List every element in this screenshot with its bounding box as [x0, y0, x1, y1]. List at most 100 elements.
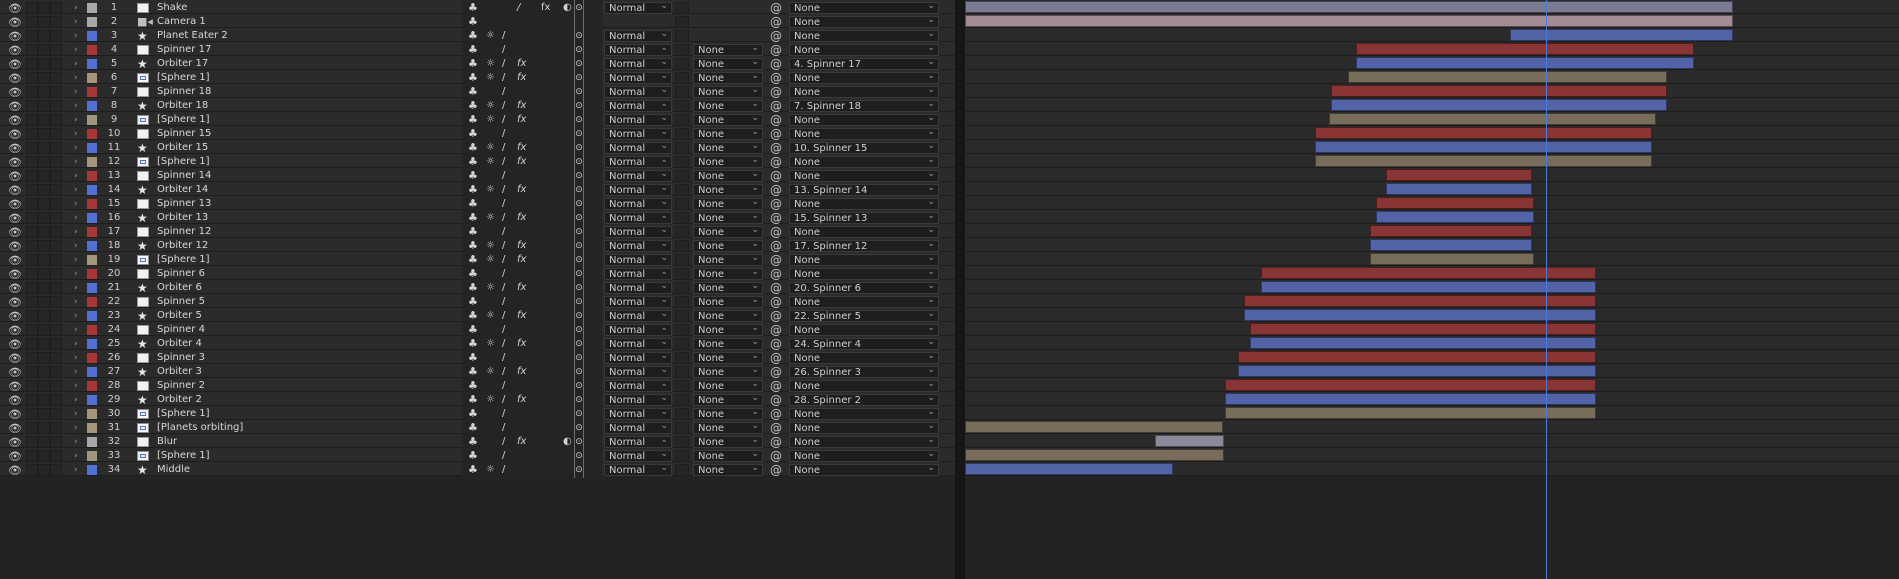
av-switch[interactable]	[50, 380, 62, 392]
preserve-transparency-box[interactable]	[675, 170, 689, 182]
label-color-swatch[interactable]	[87, 157, 97, 167]
av-switch[interactable]	[50, 436, 62, 448]
label-color-swatch[interactable]	[87, 73, 97, 83]
av-switch[interactable]	[38, 254, 50, 266]
track-matte-dropdown[interactable]: None	[693, 70, 763, 84]
layer-row[interactable]: 👁›29★Orbiter 2♣☼/fx⊙NormalNone@28. Spinn…	[0, 392, 955, 408]
av-switch[interactable]	[26, 128, 38, 140]
av-switch[interactable]	[38, 184, 50, 196]
av-switch[interactable]	[50, 464, 62, 476]
av-switch[interactable]	[38, 2, 50, 14]
layer-duration-bar[interactable]	[1331, 85, 1667, 97]
label-color-swatch[interactable]	[87, 213, 97, 223]
preserve-transparency-box[interactable]	[675, 30, 689, 42]
preserve-transparency-box[interactable]	[675, 380, 689, 392]
av-switch[interactable]	[50, 338, 62, 350]
av-switch[interactable]	[38, 16, 50, 28]
av-switch[interactable]	[38, 114, 50, 126]
track-matte-dropdown[interactable]: None	[693, 112, 763, 126]
preserve-transparency-box[interactable]	[675, 310, 689, 322]
preserve-transparency-box[interactable]	[675, 86, 689, 98]
blend-mode-dropdown[interactable]: Normal	[604, 280, 672, 294]
av-switch[interactable]	[38, 450, 50, 462]
parent-dropdown[interactable]: None	[789, 14, 939, 28]
layer-row[interactable]: 👁›17Spinner 12♣/⊙NormalNone@None	[0, 224, 955, 240]
av-switch[interactable]	[50, 282, 62, 294]
blend-mode-dropdown[interactable]: Normal	[604, 126, 672, 140]
layer-duration-bar[interactable]	[1315, 127, 1652, 139]
label-color-swatch[interactable]	[87, 465, 97, 475]
av-switch[interactable]	[38, 268, 50, 280]
av-switch[interactable]	[26, 86, 38, 98]
track-matte-dropdown[interactable]: None	[693, 448, 763, 462]
label-color-swatch[interactable]	[87, 87, 97, 97]
layer-row[interactable]: 👁›13Spinner 14♣/⊙NormalNone@None	[0, 168, 955, 184]
track-matte-dropdown[interactable]: None	[693, 280, 763, 294]
layer-duration-bar[interactable]	[1250, 337, 1596, 349]
av-switch[interactable]	[26, 58, 38, 70]
av-switch[interactable]	[26, 366, 38, 378]
layer-duration-bar[interactable]	[1356, 57, 1694, 69]
track-matte-dropdown[interactable]: None	[693, 42, 763, 56]
blend-mode-dropdown[interactable]: Normal	[604, 392, 672, 406]
layer-row[interactable]: 👁›3★Planet Eater 2♣☼/⊙Normal@None	[0, 28, 955, 44]
av-switch[interactable]	[50, 184, 62, 196]
layer-row[interactable]: 👁›10Spinner 15♣/⊙NormalNone@None	[0, 126, 955, 142]
preserve-transparency-box[interactable]	[675, 58, 689, 70]
layer-row[interactable]: 👁›6[Sphere 1]♣☼/fx⊙NormalNone@None	[0, 70, 955, 86]
blend-mode-dropdown[interactable]: Normal	[604, 434, 672, 448]
av-switch[interactable]	[38, 86, 50, 98]
layer-duration-bar[interactable]	[1386, 169, 1532, 181]
layer-row[interactable]: 👁›26Spinner 3♣/⊙NormalNone@None	[0, 350, 955, 366]
track-matte-dropdown[interactable]: None	[693, 56, 763, 70]
av-switch[interactable]	[38, 366, 50, 378]
av-switch[interactable]	[26, 324, 38, 336]
label-color-swatch[interactable]	[87, 395, 97, 405]
layer-row[interactable]: 👁›1Shake♣/fx◐⊙Normal@None	[0, 0, 955, 16]
track-matte-dropdown[interactable]: None	[693, 434, 763, 448]
parent-dropdown[interactable]: None	[789, 154, 939, 168]
parent-dropdown[interactable]: None	[789, 448, 939, 462]
track-matte-dropdown[interactable]: None	[693, 196, 763, 210]
expand-twirl-icon[interactable]: ›	[74, 462, 78, 478]
av-switch[interactable]	[26, 170, 38, 182]
layer-row[interactable]: 👁›8★Orbiter 18♣☼/fx⊙NormalNone@7. Spinne…	[0, 98, 955, 114]
parent-dropdown[interactable]: None	[789, 126, 939, 140]
layer-duration-bar[interactable]	[1376, 197, 1534, 209]
av-switch[interactable]	[50, 268, 62, 280]
av-switch[interactable]	[26, 226, 38, 238]
blend-mode-dropdown[interactable]: Normal	[604, 210, 672, 224]
parent-dropdown[interactable]: 15. Spinner 13	[789, 210, 939, 224]
label-color-swatch[interactable]	[87, 353, 97, 363]
blend-mode-dropdown[interactable]: Normal	[604, 28, 672, 42]
blend-mode-dropdown[interactable]: Normal	[604, 224, 672, 238]
av-switch[interactable]	[26, 310, 38, 322]
preserve-transparency-box[interactable]	[675, 282, 689, 294]
layer-duration-bar[interactable]	[1370, 239, 1532, 251]
layer-duration-bar[interactable]	[1155, 435, 1224, 447]
av-switch[interactable]	[38, 128, 50, 140]
layer-switch[interactable]: ☼	[486, 462, 495, 478]
preserve-transparency-box[interactable]	[675, 226, 689, 238]
label-color-swatch[interactable]	[87, 227, 97, 237]
parent-dropdown[interactable]: 13. Spinner 14	[789, 182, 939, 196]
preserve-transparency-box[interactable]	[675, 128, 689, 140]
preserve-transparency-box[interactable]	[675, 464, 689, 476]
parent-dropdown[interactable]: None	[789, 70, 939, 84]
parent-dropdown[interactable]: None	[789, 84, 939, 98]
parent-dropdown[interactable]: None	[789, 252, 939, 266]
av-switch[interactable]	[50, 254, 62, 266]
preserve-transparency-box[interactable]	[675, 100, 689, 112]
preserve-transparency-box[interactable]	[675, 156, 689, 168]
label-color-swatch[interactable]	[87, 17, 97, 27]
blend-mode-dropdown[interactable]: Normal	[604, 154, 672, 168]
label-color-swatch[interactable]	[87, 45, 97, 55]
layer-duration-bar[interactable]	[1244, 295, 1596, 307]
layer-row[interactable]: 👁 › 34 ★ Middle ♣ ☼ / ⊙ Normal None @ None	[0, 462, 955, 478]
layer-row[interactable]: 👁›4Spinner 17♣/⊙NormalNone@None	[0, 42, 955, 58]
layer-duration-bar[interactable]	[1376, 211, 1534, 223]
blend-mode-dropdown[interactable]: Normal	[604, 196, 672, 210]
parent-dropdown[interactable]: 24. Spinner 4	[789, 336, 939, 350]
av-switch[interactable]	[26, 198, 38, 210]
av-switch[interactable]	[26, 282, 38, 294]
